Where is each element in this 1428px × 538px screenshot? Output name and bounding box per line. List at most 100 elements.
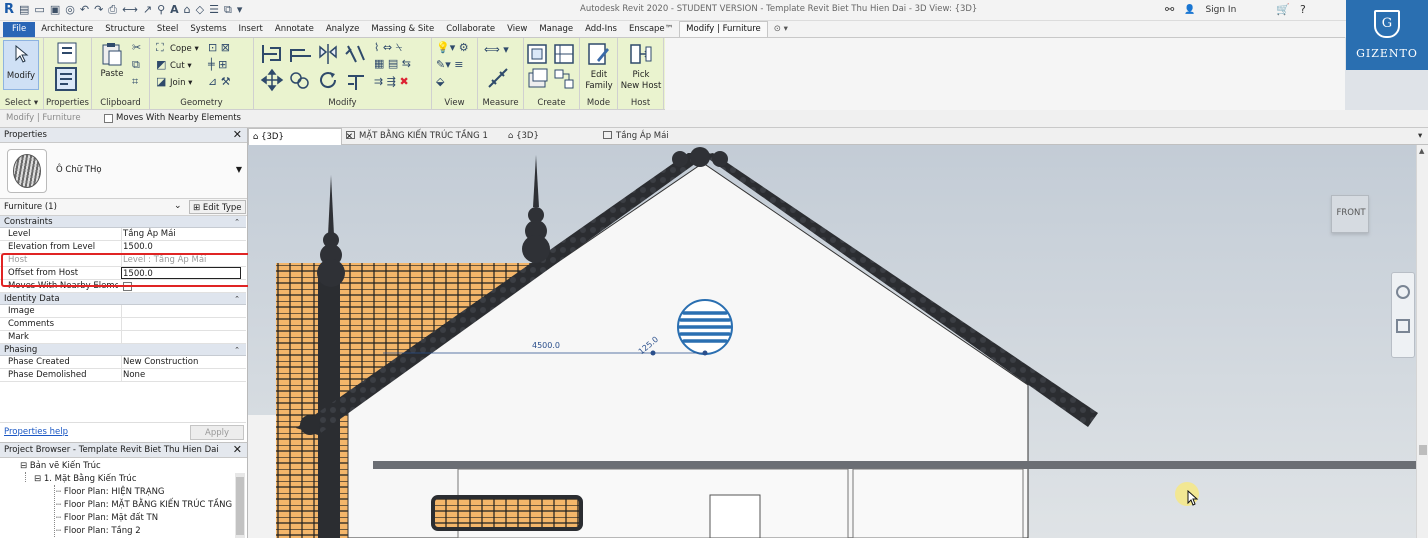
apply-button[interactable]: Apply <box>190 425 244 440</box>
steering-wheel-icon[interactable] <box>1396 285 1410 299</box>
tab-add-ins[interactable]: Add-Ins <box>579 22 623 37</box>
view-tab-attic[interactable]: Tầng Áp Mái <box>603 128 669 145</box>
new-icon[interactable]: ▤ <box>19 3 29 17</box>
override-graphics-icon[interactable]: ✎▾ ≡ <box>436 59 463 71</box>
split-element-icon[interactable]: ⌇ ⇔ ⍀ <box>374 42 402 54</box>
prop-value[interactable]: 1500.0 <box>121 241 241 254</box>
prop-row-comments[interactable]: Comments <box>0 318 246 331</box>
tab-collaborate[interactable]: Collaborate <box>440 22 501 37</box>
offset-icon[interactable] <box>288 42 312 66</box>
tab-systems[interactable]: Systems <box>184 22 232 37</box>
ribbon-toggle-icon[interactable]: ⊙ ▾ <box>768 22 794 37</box>
aligned-dimension-icon[interactable] <box>486 66 510 90</box>
thin-lines-icon[interactable]: ☰ <box>209 3 219 17</box>
section-identity[interactable]: Identity Data ⌃ <box>0 293 246 305</box>
instance-filter[interactable]: Furniture (1) <box>4 202 57 212</box>
create-similar-icon[interactable] <box>552 67 576 91</box>
edit-type-button[interactable]: ⊞ Edit Type <box>189 200 246 214</box>
sign-in-link[interactable]: Sign In <box>1205 5 1236 15</box>
view-tab-floor-plan[interactable]: MẶT BẰNG KIẾN TRÚC TẦNG 1 <box>346 128 488 145</box>
prop-value[interactable] <box>121 331 241 344</box>
prop-value[interactable]: Tầng Áp Mái <box>121 228 241 241</box>
create-assembly-icon[interactable] <box>526 42 550 66</box>
tab-modify-furniture[interactable]: Modify | Furniture <box>679 21 768 37</box>
tab-architecture[interactable]: Architecture <box>35 22 99 37</box>
moves-with-nearby-checkbox[interactable] <box>104 114 113 123</box>
array-icon[interactable]: ▦ ▤ ⇆ <box>374 58 411 70</box>
cut-label[interactable]: Cut ▾ <box>170 61 192 71</box>
measure-icon[interactable]: ⟷ <box>122 3 138 17</box>
close-browser-icon[interactable]: ✕ <box>233 443 242 456</box>
type-properties-icon[interactable] <box>56 41 80 65</box>
rotate-icon[interactable] <box>316 68 340 92</box>
print-icon[interactable]: ⎙ <box>108 3 117 17</box>
tab-steel[interactable]: Steel <box>151 22 185 37</box>
browser-scrollbar[interactable] <box>235 473 245 538</box>
move-icon[interactable] <box>260 68 284 92</box>
text-icon[interactable]: A <box>170 3 179 17</box>
wall-joins-icon[interactable]: ╪ ⊞ <box>208 59 227 71</box>
properties-help-link[interactable]: Properties help <box>4 427 68 437</box>
prop-row-phase-created[interactable]: Phase Created New Construction <box>0 356 246 369</box>
cart-icon[interactable]: 🛒 <box>1276 3 1290 16</box>
scroll-thumb[interactable] <box>1419 445 1427 455</box>
measure-distance-icon[interactable]: ⟺ ▾ <box>484 44 509 56</box>
prop-row-moves[interactable]: Moves With Nearby Eleme... <box>0 280 246 293</box>
prop-value[interactable] <box>121 318 241 331</box>
undo-icon[interactable]: ↶ <box>80 3 89 17</box>
cope-label[interactable]: Cope ▾ <box>170 44 199 54</box>
tree-node-fp2[interactable]: ┈ Floor Plan: MẶT BẰNG KIẾN TRÚC TẦNG 1 <box>56 500 240 511</box>
cope-icon[interactable]: ⛶ <box>156 42 164 54</box>
section-phasing[interactable]: Phasing ⌃ <box>0 344 246 356</box>
view-tab-3d-active[interactable]: ⌂ {3D} ✕ <box>248 128 353 145</box>
create-parts-icon[interactable] <box>552 42 576 66</box>
modify-button[interactable]: Modify <box>3 40 39 90</box>
split-face-icon[interactable]: ⊡ ⊠ <box>208 42 230 54</box>
open-icon[interactable]: ▭ <box>34 3 44 17</box>
collapse-icon[interactable]: ⌃ <box>234 344 240 356</box>
section-constraints[interactable]: Constraints ⌃ <box>0 216 246 228</box>
delete-icon[interactable]: ⇉ ⇶ ✖ <box>374 76 409 88</box>
save-icon[interactable]: ▣ <box>50 3 60 17</box>
moves-checkbox[interactable] <box>123 282 132 291</box>
tab-massing-site[interactable]: Massing & Site <box>365 22 440 37</box>
tree-node-root[interactable]: ⊟ Bản vẽ Kiến Trúc <box>20 461 101 472</box>
tab-structure[interactable]: Structure <box>99 22 151 37</box>
section-icon[interactable]: ◇ <box>196 3 204 17</box>
demolish-icon[interactable]: ⊿ ⚒ <box>208 76 231 88</box>
linework-icon[interactable]: ⬙ <box>436 76 444 88</box>
tag-icon[interactable]: ⚲ <box>157 3 165 17</box>
select-dropdown[interactable]: Select ▾ <box>0 98 43 108</box>
copy-icon[interactable]: ⧉ <box>132 59 140 71</box>
offset-from-host-input[interactable]: 1500.0 <box>121 267 241 279</box>
mirror-axis-icon[interactable] <box>316 42 340 66</box>
prop-row-mark[interactable]: Mark <box>0 331 246 344</box>
viewport-scrollbar[interactable]: ▲ <box>1416 145 1428 538</box>
prop-row-phase-demolished[interactable]: Phase Demolished None <box>0 369 246 382</box>
prop-row-offset[interactable]: Offset from Host 1500.0 <box>0 267 246 280</box>
tab-insert[interactable]: Insert <box>233 22 269 37</box>
redo-icon[interactable]: ↷ <box>94 3 103 17</box>
tab-file[interactable]: File <box>3 22 36 37</box>
tabs-dropdown-icon[interactable]: ▾ <box>1418 128 1422 145</box>
dimension-icon[interactable]: ↗ <box>143 3 152 17</box>
viewcube[interactable]: FRONT <box>1331 195 1369 233</box>
prop-value[interactable]: None <box>121 369 241 382</box>
trim-extend-icon[interactable] <box>344 68 368 92</box>
join-label[interactable]: Join ▾ <box>170 78 192 88</box>
properties-icon[interactable] <box>54 67 78 91</box>
tab-analyze[interactable]: Analyze <box>320 22 366 37</box>
create-group-icon[interactable] <box>526 67 550 91</box>
dimension-grip[interactable] <box>702 350 708 356</box>
round-vent-selected[interactable] <box>677 299 733 355</box>
join-icon[interactable]: ◪ <box>156 76 166 88</box>
prop-value[interactable] <box>121 305 241 318</box>
binoculars-icon[interactable]: ⚯ <box>1165 3 1174 16</box>
collapse-icon[interactable]: ⌃ <box>234 216 240 228</box>
edit-family-button[interactable]: Edit Family <box>582 40 616 94</box>
dimension-grip[interactable] <box>650 350 656 356</box>
type-selector[interactable]: Ô Chữ THọ ▼ <box>0 143 247 199</box>
cut-geometry-icon[interactable]: ◩ <box>156 59 166 71</box>
switch-windows-icon[interactable]: ⧉ <box>224 3 232 17</box>
3d-viewport[interactable]: 4500.0 125.0 <box>248 145 1416 538</box>
